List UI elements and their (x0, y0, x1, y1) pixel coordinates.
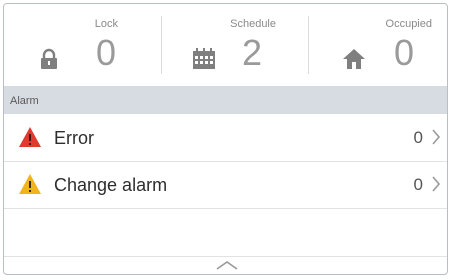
lock-stat[interactable]: Lock 0 (38, 12, 118, 78)
home-icon (342, 48, 366, 75)
chevron-right-icon (431, 129, 441, 150)
occupied-count: 0 (394, 32, 415, 73)
chevron-right-icon (431, 176, 441, 197)
chevron-up-icon[interactable] (214, 258, 240, 272)
divider (161, 16, 162, 74)
alarm-row-error[interactable]: Error 0 (4, 115, 447, 162)
status-summary-panel: Lock 0 Schedule 2 Occupied 0 (4, 4, 447, 86)
lock-count: 0 (96, 32, 117, 73)
schedule-label: Schedule (230, 18, 276, 30)
error-triangle-icon (18, 126, 42, 153)
section-title: Alarm (10, 95, 39, 107)
alarm-count: 0 (413, 175, 423, 194)
alarm-section-header: Alarm (4, 86, 447, 114)
schedule-count: 2 (242, 32, 263, 73)
warning-triangle-icon (18, 173, 42, 200)
device-screen: Lock 0 Schedule 2 Occupied 0 Alarm Error… (3, 3, 448, 275)
alarm-row-change[interactable]: Change alarm 0 (4, 162, 447, 209)
occupied-stat[interactable]: Occupied 0 (342, 12, 432, 78)
alarm-count: 0 (413, 128, 423, 147)
footer-divider (4, 256, 447, 257)
lock-label: Lock (94, 18, 118, 30)
lock-icon (38, 48, 60, 75)
divider (308, 16, 309, 74)
schedule-stat[interactable]: Schedule 2 (192, 12, 282, 78)
occupied-label: Occupied (385, 18, 432, 30)
alarm-label: Change alarm (54, 175, 168, 195)
alarm-label: Error (54, 128, 94, 148)
calendar-icon (192, 48, 216, 75)
